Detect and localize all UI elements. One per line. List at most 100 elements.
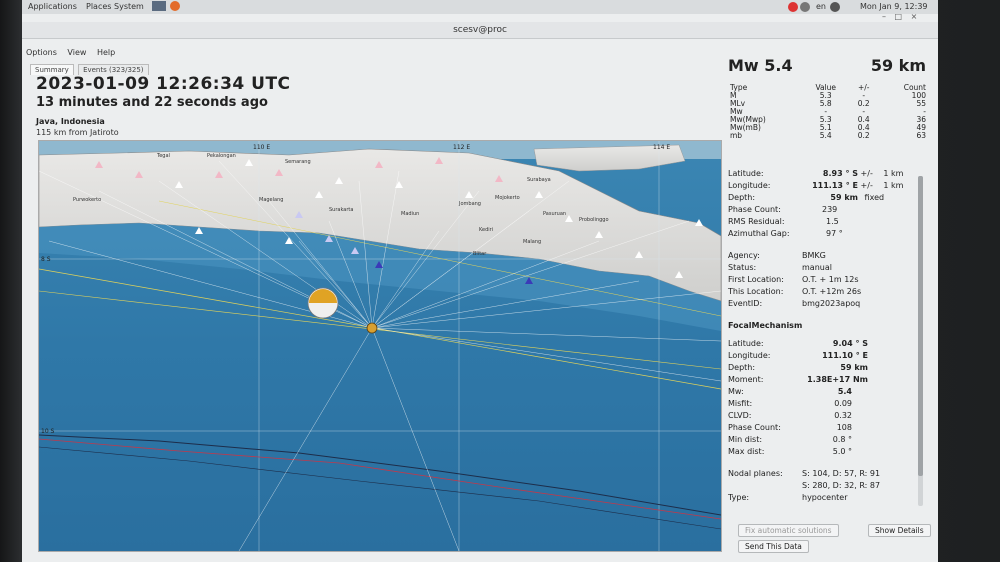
event-map[interactable]: Tegal Pekalongan Semarang Purwokerto Mag… xyxy=(38,140,722,552)
fm-phase-count-row: Phase Count: 108 xyxy=(728,422,928,434)
place-label: Semarang xyxy=(285,159,311,165)
time-ago: 13 minutes and 22 seconds ago xyxy=(36,95,268,110)
place-label: Pasuruan xyxy=(543,211,566,217)
epicenter-marker[interactable] xyxy=(366,322,378,334)
latitude-label: 8 S xyxy=(41,256,51,263)
first-location-value: O.T. + 1m 12s xyxy=(802,275,859,284)
depth-flag: fixed xyxy=(864,193,885,202)
longitude-label: 112 E xyxy=(453,144,470,151)
label: Min dist: xyxy=(728,435,763,444)
fm-min-dist-row: Min dist: 0.8 ° xyxy=(728,434,928,446)
label: Depth: xyxy=(728,193,756,202)
azimuthal-gap-value: 97 ° xyxy=(826,229,843,238)
nodal-plane-1-value: S: 104, D: 57, R: 91 xyxy=(802,469,881,478)
label: Phase Count: xyxy=(728,205,781,214)
phase-count-row: Phase Count: 239 xyxy=(728,204,928,216)
minimize-icon[interactable]: – xyxy=(882,12,886,21)
firefox-icon[interactable] xyxy=(170,1,180,11)
send-this-data-button[interactable]: Send This Data xyxy=(738,540,809,553)
network-icon[interactable] xyxy=(800,2,810,12)
label: Phase Count: xyxy=(728,423,781,432)
volume-icon[interactable] xyxy=(830,2,840,12)
fm-max-dist-row: Max dist: 5.0 ° xyxy=(728,446,928,458)
fm-mw-row: Mw: 5.4 xyxy=(728,386,928,398)
screen: Applications Places System en Mon Jan 9,… xyxy=(22,0,938,562)
mag-value: 5.4 xyxy=(819,131,832,140)
magnitude-table: Type Value +/- Count M 5.3-100 MLv 5.8 0.2 5… xyxy=(728,84,928,140)
label: This Location: xyxy=(728,287,784,296)
label: Moment: xyxy=(728,375,764,384)
label: Status: xyxy=(728,263,757,272)
place-label: Kediri xyxy=(479,227,493,233)
rms-row: RMS Residual: 1.5 xyxy=(728,216,928,228)
place-label: Mojokerto xyxy=(495,195,520,201)
fm-type-value: hypocenter xyxy=(802,493,848,502)
system-menu[interactable]: System xyxy=(114,2,144,11)
window-title: scesv@proc xyxy=(453,25,507,35)
details-scrollbar[interactable] xyxy=(918,176,923,506)
scrollbar-thumb[interactable] xyxy=(918,176,923,476)
label: Longitude: xyxy=(728,181,771,190)
rms-value: 1.5 xyxy=(826,217,839,226)
power-icon[interactable] xyxy=(788,2,798,12)
agency-value: BMKG xyxy=(802,251,826,260)
label: Depth: xyxy=(728,363,756,372)
fm-moment-value: 1.38E+17 Nm xyxy=(807,375,868,384)
help-menu[interactable]: Help xyxy=(97,48,115,57)
system-top-bar: Applications Places System en Mon Jan 9,… xyxy=(22,0,938,14)
place-label: Pekalongan xyxy=(207,153,236,159)
event-details-panel: Mw 5.4 59 km Type Value +/- Count M 5.3-1… xyxy=(728,56,934,556)
this-location-row: This Location: O.T. +12m 26s xyxy=(728,286,928,298)
fix-automatic-solutions-button[interactable]: Fix automatic solutions xyxy=(738,524,839,537)
nodal-plane-2-value: S: 280, D: 32, R: 87 xyxy=(802,481,881,490)
status-row: Status: manual xyxy=(728,262,928,274)
depth-value: 59 km xyxy=(830,193,858,202)
terminal-icon[interactable] xyxy=(152,1,166,11)
fm-misfit-row: Misfit: 0.09 xyxy=(728,398,928,410)
clock[interactable]: Mon Jan 9, 12:39 xyxy=(860,2,928,11)
phase-count-value: 239 xyxy=(822,205,838,214)
place-label: Surabaya xyxy=(527,177,551,183)
fm-type-row: Type: hypocenter xyxy=(728,492,928,504)
place-label: Purwokerto xyxy=(73,197,101,203)
focal-mechanism-title: FocalMechanism xyxy=(728,321,803,330)
places-menu[interactable]: Places xyxy=(86,2,111,11)
view-menu[interactable]: View xyxy=(67,48,86,57)
options-menu[interactable]: Options xyxy=(26,48,57,57)
window-titlebar: scesv@proc xyxy=(22,22,938,39)
place-label: Malang xyxy=(523,239,541,245)
table-row[interactable]: MLv 5.8 0.2 55 xyxy=(728,100,928,108)
azimuthal-gap-row: Azimuthal Gap: 97 ° xyxy=(728,228,928,240)
origin-longitude-row: Longitude: 111.13 ° E +/- 1 km xyxy=(728,180,928,192)
window-controls: – □ × xyxy=(882,12,917,21)
fm-longitude-value: 111.10 ° E xyxy=(822,351,868,360)
label: Type: xyxy=(728,493,750,502)
place-label: Magelang xyxy=(259,197,283,203)
mag-count: 63 xyxy=(916,131,926,140)
fm-misfit-value: 0.09 xyxy=(834,399,852,408)
fm-min-dist-value: 0.8 ° xyxy=(832,435,852,444)
show-details-button[interactable]: Show Details xyxy=(868,524,931,537)
latitude-value: 8.93 ° S xyxy=(822,169,858,178)
col-type: Type xyxy=(730,83,748,92)
latitude-label: 10 S xyxy=(41,428,55,435)
label: Latitude: xyxy=(728,339,764,348)
applications-menu[interactable]: Applications xyxy=(28,2,77,11)
fm-clvd-value: 0.32 xyxy=(834,411,852,420)
place-label: Tegal xyxy=(156,153,170,159)
place-label: Probolinggo xyxy=(579,217,609,223)
locale-indicator[interactable]: en xyxy=(816,2,826,11)
longitude-uncertainty-sign: +/- xyxy=(860,181,873,190)
event-id-value[interactable]: bmg2023apoq xyxy=(802,298,860,310)
longitude-label: 114 E xyxy=(653,144,670,151)
nodal-plane-1-row: Nodal planes: S: 104, D: 57, R: 91 xyxy=(728,468,928,480)
magnitude-summary: Mw 5.4 xyxy=(728,56,793,75)
close-icon[interactable]: × xyxy=(911,12,918,21)
table-row[interactable]: mb 5.4 0.2 63 xyxy=(728,132,928,140)
longitude-value: 111.13 ° E xyxy=(812,181,858,190)
origin-latitude-row: Latitude: 8.93 ° S +/- 1 km xyxy=(728,168,928,180)
origin-depth-row: Depth: 59 km fixed xyxy=(728,192,928,204)
mag-type: mb xyxy=(730,131,743,140)
maximize-icon[interactable]: □ xyxy=(895,12,903,21)
place-label: Madiun xyxy=(401,211,419,217)
